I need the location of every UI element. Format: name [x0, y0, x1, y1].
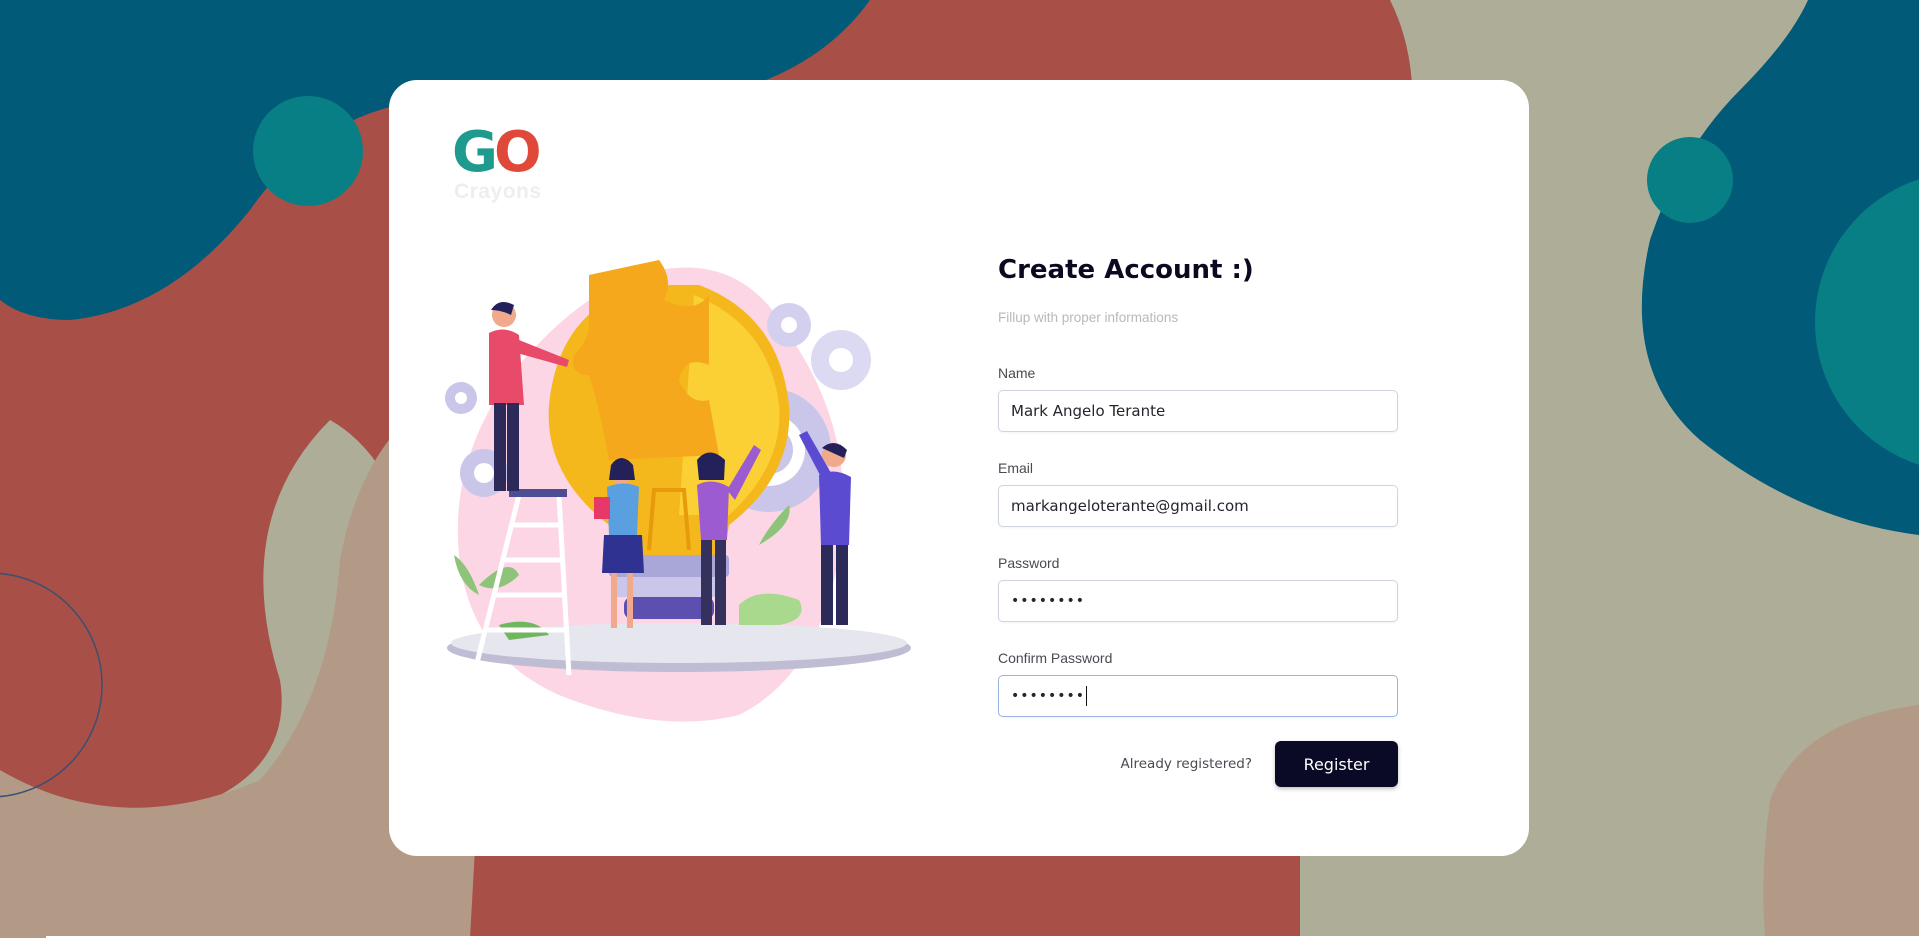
page-subtitle: Fillup with proper informations [998, 310, 1179, 325]
email-value: markangeloterante@gmail.com [1011, 497, 1249, 515]
text-caret [1086, 686, 1088, 706]
confirm-password-field-group: Confirm Password •••••••• [998, 650, 1398, 717]
name-label: Name [998, 365, 1036, 381]
register-card: GO Crayons Create Account:) Fillup with… [389, 80, 1529, 856]
logo-mark: GO [452, 120, 542, 185]
email-label: Email [998, 460, 1034, 476]
password-value: •••••••• [1011, 593, 1086, 609]
password-label: Password [998, 555, 1060, 571]
name-input[interactable]: Mark Angelo Terante [998, 390, 1398, 432]
email-input[interactable]: markangeloterante@gmail.com [998, 485, 1398, 527]
form-actions: Already registered? Register [998, 741, 1398, 787]
email-field-group: Email markangeloterante@gmail.com [998, 460, 1398, 527]
password-field-group: Password •••••••• [998, 555, 1398, 622]
confirm-password-input[interactable]: •••••••• [998, 675, 1398, 717]
gear-icon [811, 330, 871, 390]
logo-letter-g: G [452, 120, 498, 185]
confirm-password-value: •••••••• [1011, 688, 1086, 704]
confirm-password-label: Confirm Password [998, 650, 1113, 666]
gear-icon [767, 303, 811, 347]
logo-letter-o: O [493, 120, 542, 185]
brand-logo: GO Crayons [452, 122, 542, 206]
logo-subtitle: Crayons [454, 180, 542, 203]
already-registered-link[interactable]: Already registered? [1121, 756, 1252, 772]
name-field-group: Name Mark Angelo Terante [998, 365, 1398, 432]
register-form: Create Account :) Fillup with proper inf… [998, 250, 1398, 787]
register-button[interactable]: Register [1275, 741, 1398, 787]
page-title: Create Account :) [998, 255, 1254, 285]
teamwork-illustration [445, 260, 911, 722]
name-value: Mark Angelo Terante [1011, 402, 1166, 420]
password-input[interactable]: •••••••• [998, 580, 1398, 622]
